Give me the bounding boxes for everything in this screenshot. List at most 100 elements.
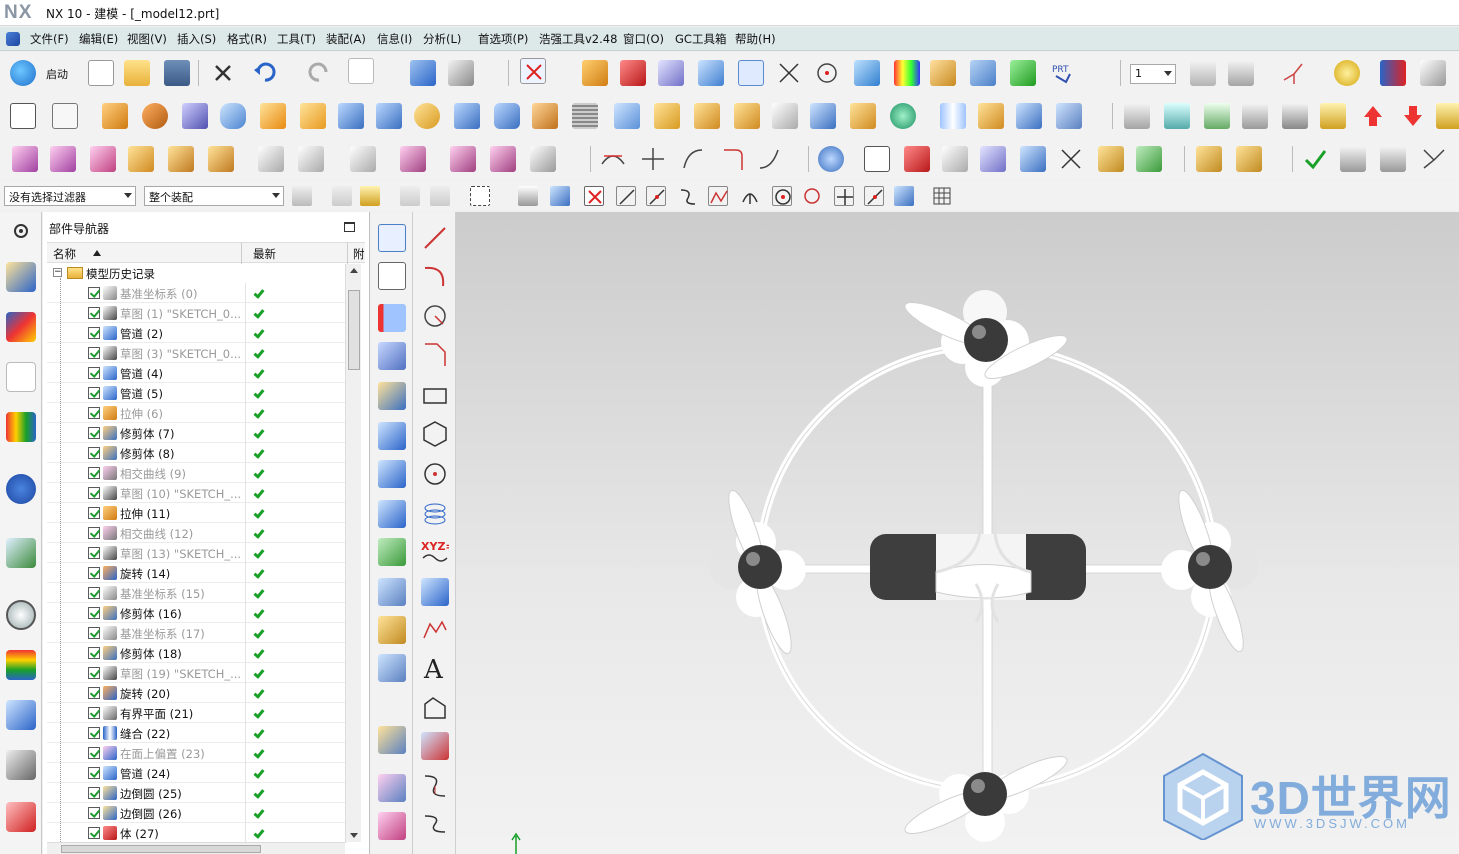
- feature-checkbox[interactable]: [88, 427, 100, 439]
- feature-row[interactable]: 草图 (10) "SKETCH_...: [47, 483, 347, 503]
- feature-row[interactable]: 体 (27): [47, 823, 347, 843]
- layer-move-icon[interactable]: [1204, 103, 1230, 129]
- feature-row[interactable]: 旋转 (20): [47, 683, 347, 703]
- trim-curve-icon[interactable]: [600, 146, 626, 172]
- select-face-icon[interactable]: [550, 186, 570, 206]
- extrude-tool-icon[interactable]: [102, 103, 128, 129]
- feature-row[interactable]: 基准坐标系 (17): [47, 623, 347, 643]
- feature-checkbox[interactable]: [88, 727, 100, 739]
- boss-tool-icon[interactable]: [300, 103, 326, 129]
- snap-settings-icon[interactable]: [430, 186, 450, 206]
- ruler-icon[interactable]: [930, 60, 956, 86]
- layer-extra-icon[interactable]: [1436, 103, 1459, 129]
- bounded-plane-tool-icon[interactable]: [378, 224, 406, 252]
- feature-checkbox[interactable]: [88, 647, 100, 659]
- menu-tools[interactable]: 工具(T): [277, 31, 316, 47]
- manufacturing-wizard-icon[interactable]: [6, 750, 36, 780]
- divide-curve-icon[interactable]: [640, 146, 666, 172]
- assembly-icon[interactable]: [1010, 60, 1036, 86]
- split-body-tool-icon[interactable]: [1016, 103, 1042, 129]
- menu-help[interactable]: 帮助(H): [735, 31, 776, 47]
- feature-checkbox[interactable]: [88, 827, 100, 839]
- analysis-body-icon[interactable]: [980, 146, 1006, 172]
- cone-analysis-icon[interactable]: [1098, 146, 1124, 172]
- assembly-navigator-icon[interactable]: [6, 262, 36, 292]
- feature-row[interactable]: 相交曲线 (9): [47, 463, 347, 483]
- feature-checkbox[interactable]: [88, 807, 100, 819]
- feature-row[interactable]: 管道 (4): [47, 363, 347, 383]
- hscroll-thumb[interactable]: [61, 845, 261, 853]
- feature-row[interactable]: 基准坐标系 (15): [47, 583, 347, 603]
- feature-checkbox[interactable]: [88, 687, 100, 699]
- fill-surface-icon[interactable]: [378, 262, 406, 290]
- feature-row[interactable]: 管道 (5): [47, 383, 347, 403]
- feature-row[interactable]: 相交曲线 (12): [47, 523, 347, 543]
- emboss-tool-icon[interactable]: [532, 103, 558, 129]
- feature-row[interactable]: 管道 (24): [47, 763, 347, 783]
- snap-face-icon[interactable]: [894, 186, 914, 206]
- filter-icon[interactable]: [360, 186, 380, 206]
- expression-icon[interactable]: [818, 146, 844, 172]
- feature-checkbox[interactable]: [88, 367, 100, 379]
- offset-region-icon[interactable]: [90, 146, 116, 172]
- menu-gc-toolbox[interactable]: GC工具箱: [675, 31, 726, 47]
- groove-tool-icon[interactable]: [454, 103, 480, 129]
- menu-assembly[interactable]: 装配(A): [326, 31, 366, 47]
- pattern-tool-icon[interactable]: [694, 103, 720, 129]
- roles-icon[interactable]: [6, 802, 36, 832]
- offset-curve-tool-icon[interactable]: [421, 694, 449, 722]
- palette-icon[interactable]: [1334, 60, 1360, 86]
- column-latest-header[interactable]: 最新: [253, 246, 276, 262]
- feature-checkbox[interactable]: [88, 507, 100, 519]
- feature-row[interactable]: 旋转 (14): [47, 563, 347, 583]
- feature-checkbox[interactable]: [88, 307, 100, 319]
- feature-checkbox[interactable]: [88, 387, 100, 399]
- column-extra-header[interactable]: 附: [353, 246, 365, 262]
- open-file-icon[interactable]: [124, 60, 150, 86]
- feature-row[interactable]: 修剪体 (18): [47, 643, 347, 663]
- redo-icon[interactable]: [306, 60, 332, 86]
- feature-checkbox[interactable]: [88, 467, 100, 479]
- scroll-thumb[interactable]: [348, 290, 360, 370]
- prt-icon[interactable]: PRT: [1050, 60, 1076, 86]
- menu-window[interactable]: 窗口(O): [623, 31, 664, 47]
- feature-checkbox[interactable]: [88, 707, 100, 719]
- start-icon[interactable]: [10, 60, 36, 86]
- new-file-icon[interactable]: [88, 60, 114, 86]
- feature-checkbox[interactable]: [88, 527, 100, 539]
- snap-point-icon[interactable]: [400, 186, 420, 206]
- arc-tool-icon[interactable]: [421, 262, 449, 290]
- face-blend-icon[interactable]: [378, 812, 406, 840]
- datum-axis-icon[interactable]: [776, 60, 802, 86]
- feature-row[interactable]: 修剪体 (7): [47, 423, 347, 443]
- solid-box-icon[interactable]: [904, 146, 930, 172]
- constraint-navigator-icon[interactable]: [6, 312, 36, 342]
- cut-face-icon[interactable]: [350, 146, 376, 172]
- menu-preferences[interactable]: 首选项(P): [478, 31, 528, 47]
- feature-row[interactable]: 修剪体 (8): [47, 443, 347, 463]
- feature-row[interactable]: 拉伸 (11): [47, 503, 347, 523]
- delete-face-icon[interactable]: [208, 146, 234, 172]
- delete-body-icon[interactable]: [258, 146, 284, 172]
- snap-view-icon[interactable]: [410, 60, 436, 86]
- layer-copy-icon[interactable]: [1164, 103, 1190, 129]
- feature-row[interactable]: 草图 (19) "SKETCH_...: [47, 663, 347, 683]
- feature-row[interactable]: 边倒圆 (25): [47, 783, 347, 803]
- select-feature-icon[interactable]: [292, 186, 312, 206]
- layer-down-icon[interactable]: [1242, 103, 1268, 129]
- bridge-curve-icon[interactable]: [421, 772, 449, 800]
- menu-view[interactable]: 视图(V): [127, 31, 167, 47]
- sweep-tool-icon[interactable]: [182, 103, 208, 129]
- hierarchy-icon[interactable]: [1340, 146, 1366, 172]
- polygon-tool-icon[interactable]: [421, 420, 449, 448]
- law-curve-icon[interactable]: XYZ=: [421, 538, 455, 566]
- selection-filter-dropdown[interactable]: 没有选择过滤器: [4, 186, 136, 206]
- n-sided-surface-icon[interactable]: [378, 774, 406, 802]
- menu-haoqiang-tools[interactable]: 浩强工具v2.48: [539, 31, 617, 47]
- vertical-scrollbar[interactable]: [345, 264, 361, 842]
- start-label[interactable]: 启动: [46, 66, 68, 82]
- column-name-header[interactable]: 名称: [53, 246, 76, 262]
- rectangle-select-icon[interactable]: [470, 186, 490, 206]
- offset-face-tool-icon[interactable]: [1056, 103, 1082, 129]
- scroll-down-icon[interactable]: [350, 833, 358, 838]
